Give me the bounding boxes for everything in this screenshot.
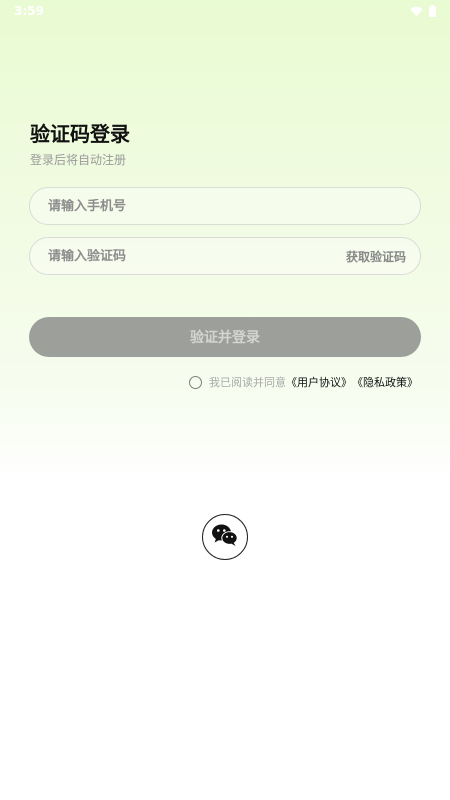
status-time: 3:59 (14, 4, 44, 18)
status-bar: 3:59 (0, 0, 450, 22)
user-agreement-link[interactable]: 《用户协议》 (286, 374, 352, 390)
agreement-row: 我已阅读并同意 《用户协议》 《隐私政策》 (189, 374, 418, 390)
status-icons (410, 5, 436, 17)
login-button[interactable]: 验证并登录 (29, 317, 421, 357)
get-code-button[interactable]: 获取验证码 (346, 248, 406, 265)
agree-radio[interactable] (189, 375, 202, 389)
phone-field[interactable] (29, 187, 421, 225)
page-title: 验证码登录 (30, 122, 130, 146)
code-field[interactable]: 获取验证码 (29, 237, 421, 275)
code-input[interactable] (48, 248, 346, 264)
page-subtitle: 登录后将自动注册 (30, 153, 127, 167)
agreement-text: 我已阅读并同意 (209, 376, 286, 389)
wechat-icon (211, 523, 239, 551)
privacy-policy-link[interactable]: 《隐私政策》 (352, 374, 418, 390)
wechat-login-button[interactable] (202, 514, 248, 560)
wifi-icon (410, 6, 423, 17)
phone-input[interactable] (48, 198, 406, 214)
battery-icon (429, 5, 436, 17)
